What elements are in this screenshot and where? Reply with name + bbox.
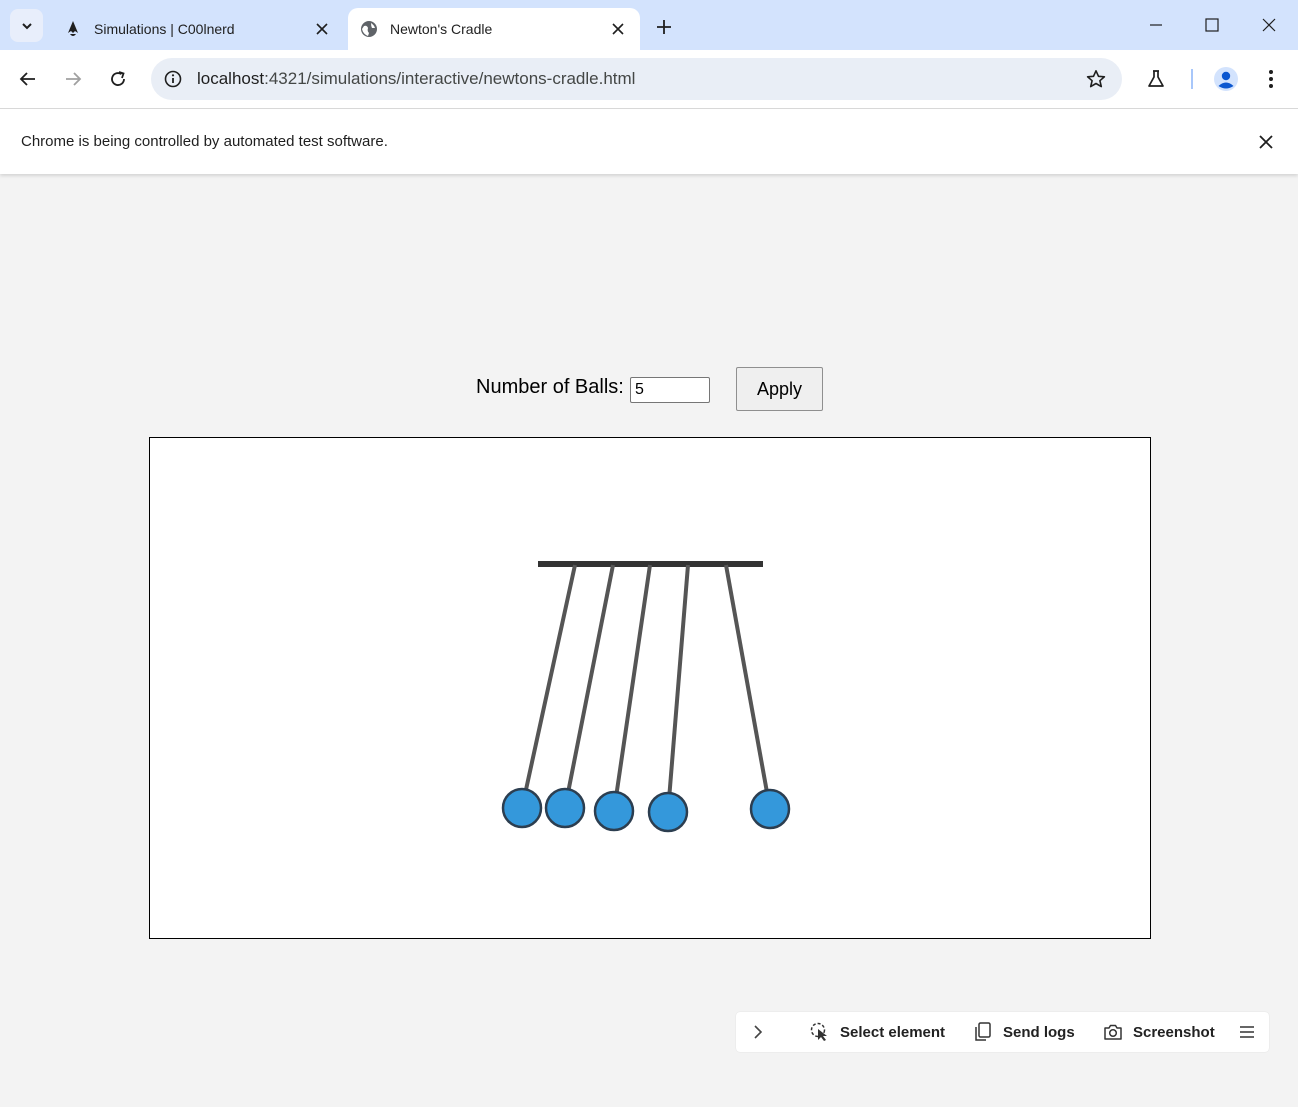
select-element-button[interactable]: Select element xyxy=(810,1012,945,1052)
astro-logo-icon xyxy=(64,20,82,38)
helper-toolbar: Select element Send logs Screenshot xyxy=(736,1012,1269,1052)
globe-icon xyxy=(360,20,378,38)
simulation-controls: Number of Balls: Apply xyxy=(0,367,1298,413)
tab-newtons-cradle[interactable]: Newton's Cradle xyxy=(348,8,640,50)
copy-icon xyxy=(973,1022,993,1042)
url-host: localhost xyxy=(197,69,265,88)
browser-toolbar: localhost:4321/simulations/interactive/n… xyxy=(0,50,1298,109)
expand-button[interactable] xyxy=(752,1012,764,1052)
pendulum-string xyxy=(666,564,690,813)
tab-simulations[interactable]: Simulations | C00lnerd xyxy=(52,8,344,50)
pendulum-ball xyxy=(501,787,543,829)
menu-button[interactable] xyxy=(1255,63,1287,95)
address-bar[interactable]: localhost:4321/simulations/interactive/n… xyxy=(151,58,1122,100)
camera-icon xyxy=(1103,1022,1123,1042)
hamburger-menu-icon xyxy=(1240,1026,1254,1038)
newtons-cradle-drawing xyxy=(501,561,791,833)
simulation-canvas[interactable] xyxy=(149,437,1151,939)
forward-button[interactable] xyxy=(57,63,89,95)
toolbar-divider xyxy=(1191,69,1193,89)
send-logs-label: Send logs xyxy=(1003,1023,1075,1041)
labs-button[interactable] xyxy=(1140,63,1172,95)
back-button[interactable] xyxy=(12,63,44,95)
tab-strip: Simulations | C00lnerd Newton's Cradle xyxy=(0,0,1298,50)
chevron-down-icon xyxy=(21,22,32,29)
pendulum-ball xyxy=(593,790,635,832)
close-tab-icon[interactable] xyxy=(606,17,630,41)
balls-label: Number of Balls: xyxy=(476,376,624,398)
automation-infobar: Chrome is being controlled by automated … xyxy=(0,109,1298,174)
profile-button[interactable] xyxy=(1210,63,1242,95)
pendulum-string xyxy=(563,564,615,809)
url-path: :4321/simulations/interactive/newtons-cr… xyxy=(264,69,636,88)
tab-title: Newton's Cradle xyxy=(390,21,493,37)
minimize-icon xyxy=(1150,24,1162,26)
arrow-left-icon xyxy=(19,72,35,86)
screenshot-button[interactable]: Screenshot xyxy=(1103,1012,1215,1052)
maximize-button[interactable] xyxy=(1192,10,1232,40)
cursor-select-icon xyxy=(810,1022,830,1042)
arrow-right-icon xyxy=(66,72,82,86)
new-tab-button[interactable] xyxy=(650,13,678,41)
chevron-right-icon xyxy=(754,1025,763,1039)
avatar-icon xyxy=(1214,67,1238,91)
site-info-icon[interactable] xyxy=(161,67,185,91)
browser-window: Simulations | C00lnerd Newton's Cradle l… xyxy=(0,0,1298,1107)
flask-icon xyxy=(1148,70,1164,87)
select-element-label: Select element xyxy=(840,1023,946,1041)
close-icon xyxy=(1262,18,1276,32)
minimize-button[interactable] xyxy=(1136,10,1176,40)
screenshot-label: Screenshot xyxy=(1133,1023,1215,1041)
apply-button[interactable]: Apply xyxy=(736,367,823,411)
pendulum-string xyxy=(612,564,652,812)
pendulum-string xyxy=(520,564,577,809)
send-logs-button[interactable]: Send logs xyxy=(973,1012,1075,1052)
pendulum-string xyxy=(724,564,772,810)
maximize-icon xyxy=(1205,18,1219,32)
close-window-button[interactable] xyxy=(1249,10,1289,40)
bookmark-star-icon[interactable] xyxy=(1084,67,1108,91)
plus-icon xyxy=(657,20,671,34)
close-infobar-icon[interactable] xyxy=(1254,130,1278,154)
url-text: localhost:4321/simulations/interactive/n… xyxy=(197,69,635,89)
reload-icon xyxy=(111,71,125,86)
pendulum-ball xyxy=(749,788,791,830)
pendulum-ball xyxy=(647,791,689,833)
pendulum-ball xyxy=(544,787,586,829)
close-tab-icon[interactable] xyxy=(310,17,334,41)
infobar-message: Chrome is being controlled by automated … xyxy=(21,133,388,150)
tab-search-button[interactable] xyxy=(10,9,43,42)
tab-title: Simulations | C00lnerd xyxy=(94,21,235,37)
reload-button[interactable] xyxy=(102,63,134,95)
kebab-menu-icon xyxy=(1269,70,1273,88)
balls-count-input[interactable] xyxy=(630,377,710,403)
helper-menu-button[interactable] xyxy=(1239,1012,1255,1052)
